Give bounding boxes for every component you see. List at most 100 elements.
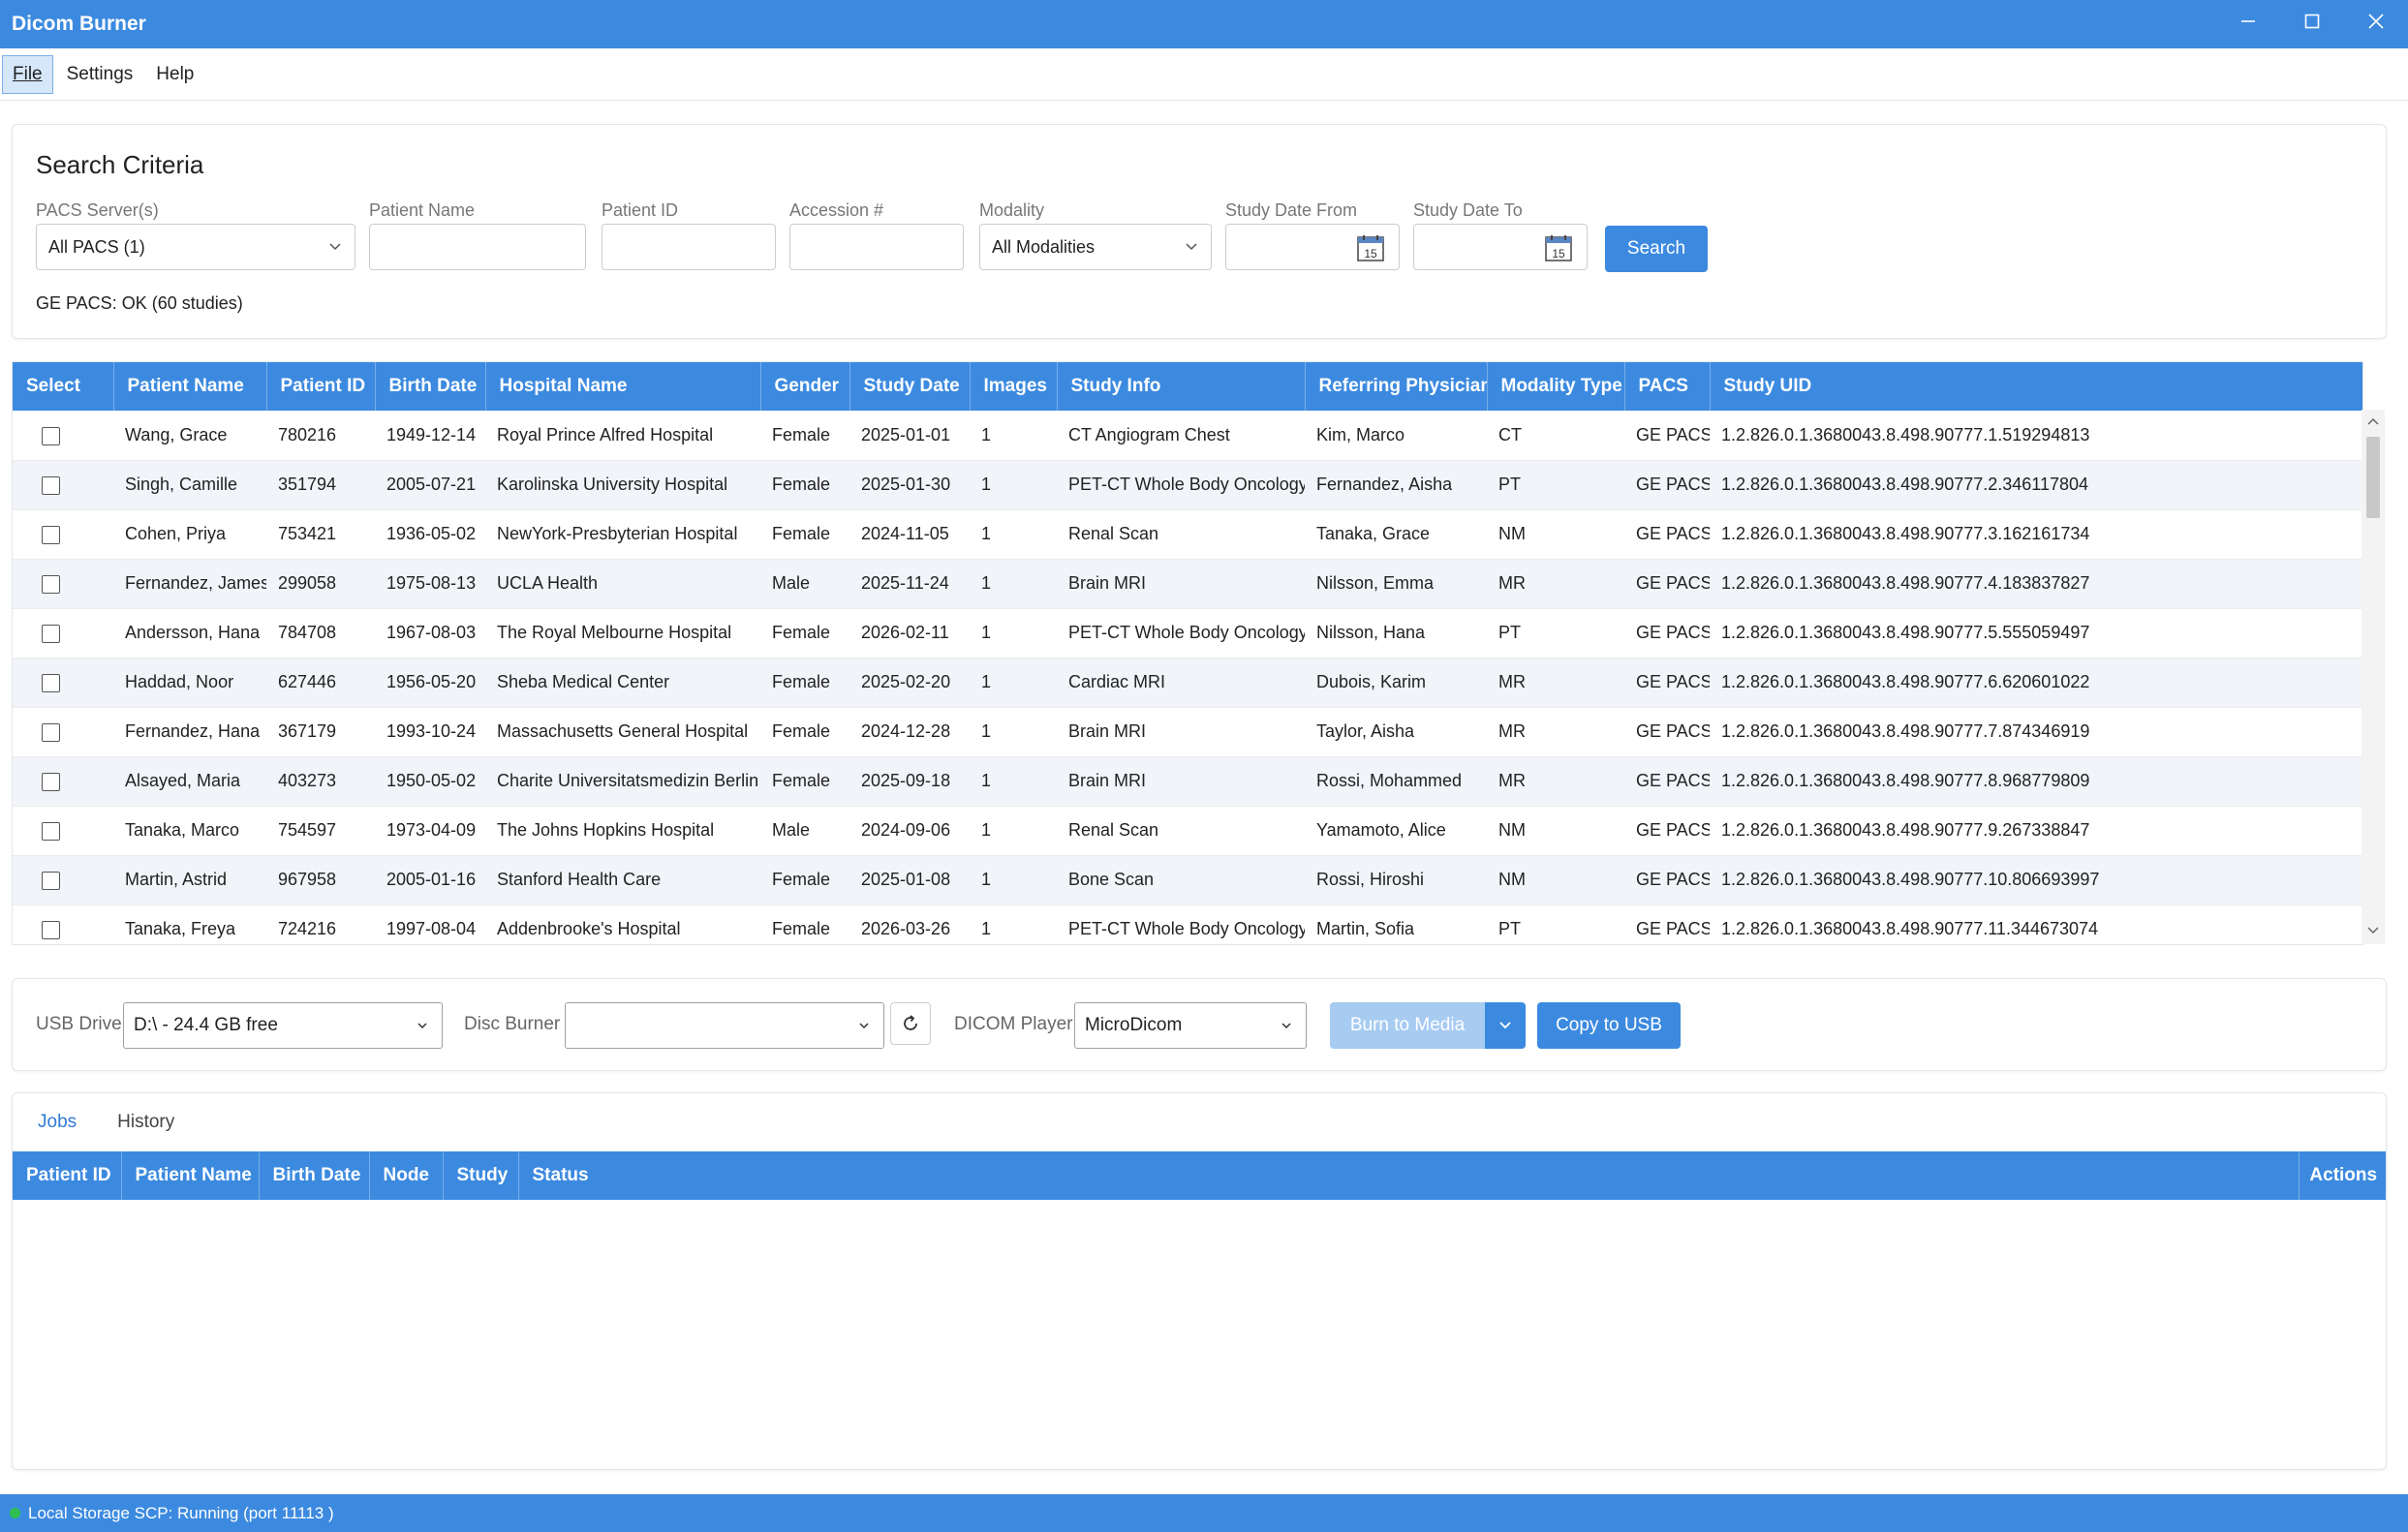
pacs-server-select[interactable]: All PACS (1) [36, 224, 355, 270]
row-checkbox[interactable] [42, 772, 60, 791]
calendar-icon[interactable]: 15 [1544, 233, 1573, 262]
menu-help[interactable]: Help [146, 56, 203, 93]
col-header-images[interactable]: Images [970, 362, 1058, 411]
row-checkbox[interactable] [42, 525, 60, 544]
cell-birth-date: 1973-04-09 [375, 806, 485, 856]
select-cell [13, 806, 113, 856]
scroll-down-icon[interactable] [2366, 925, 2380, 936]
burn-options-dropdown[interactable] [1485, 1002, 1526, 1049]
cell-modality-type: PT [1487, 904, 1624, 944]
table-row[interactable]: Fernandez, James 299058 1975-08-13 UCLA Hea… [13, 559, 2362, 609]
col-header-hospital-name[interactable]: Hospital Name [485, 362, 761, 411]
jobs-col-actions[interactable]: Actions [2298, 1151, 2386, 1200]
table-row[interactable]: Cohen, Priya 753421 1936-05-02 NewYork-Pres… [13, 509, 2362, 560]
cell-study-info: PET-CT Whole Body Oncology [1057, 608, 1305, 659]
jobs-col-patient-id[interactable]: Patient ID [13, 1151, 122, 1200]
col-header-birth-date[interactable]: Birth Date [375, 362, 486, 411]
cell-referring-physician: Rossi, Hiroshi [1305, 855, 1487, 905]
close-button[interactable] [2344, 0, 2408, 43]
patient-id-label: Patient ID [602, 200, 679, 220]
disc-burner-select[interactable] [565, 1002, 884, 1049]
dicom-player-select[interactable]: MicroDicom [1074, 1002, 1307, 1049]
accession-field[interactable] [789, 224, 964, 270]
row-checkbox[interactable] [42, 574, 60, 594]
maximize-button[interactable] [2280, 0, 2344, 43]
cell-pacs: GE PACS [1624, 608, 1710, 659]
refresh-burners-button[interactable] [890, 1002, 931, 1045]
table-row[interactable]: Haddad, Noor 627446 1956-05-20 Sheba Medica… [13, 658, 2362, 708]
cell-study-info: Brain MRI [1057, 559, 1305, 609]
chevron-down-icon [1186, 243, 1197, 251]
accession-input[interactable] [802, 225, 963, 269]
col-header-study-date[interactable]: Study Date [849, 362, 971, 411]
table-row[interactable]: Alsayed, Maria 403273 1950-05-02 Charite Un… [13, 756, 2362, 807]
col-header-modality-type[interactable]: Modality Type [1487, 362, 1625, 411]
row-checkbox[interactable] [42, 920, 60, 939]
cell-patient-id: 753421 [266, 509, 375, 560]
usb-drive-select[interactable]: D:\ - 24.4 GB free [123, 1002, 443, 1049]
col-header-patient-name[interactable]: Patient Name [113, 362, 267, 411]
studies-header-row: Select Patient Name Patient ID Birth Date Ho… [13, 362, 2362, 411]
row-checkbox[interactable] [42, 673, 60, 692]
row-checkbox[interactable] [42, 722, 60, 742]
patient-name-input[interactable] [382, 225, 585, 269]
cell-images: 1 [970, 904, 1057, 944]
col-header-study-info[interactable]: Study Info [1057, 362, 1306, 411]
study-date-to-field[interactable]: 15 [1413, 224, 1588, 270]
scroll-up-icon[interactable] [2366, 415, 2380, 427]
modality-select[interactable]: All Modalities [979, 224, 1212, 270]
cell-study-date: 2025-01-01 [849, 411, 970, 461]
cell-patient-name: Haddad, Noor [113, 658, 266, 708]
cell-gender: Male [760, 559, 849, 609]
tab-history[interactable]: History [92, 1112, 190, 1133]
patient-id-field[interactable] [602, 224, 776, 270]
row-checkbox[interactable] [42, 624, 60, 643]
study-date-from-field[interactable]: 15 [1225, 224, 1400, 270]
jobs-col-birth-date[interactable]: Birth Date [259, 1151, 370, 1200]
tab-jobs[interactable]: Jobs [13, 1112, 92, 1133]
jobs-col-study[interactable]: Study [443, 1151, 519, 1200]
cell-patient-id: 299058 [266, 559, 375, 609]
menu-settings[interactable]: Settings [57, 56, 143, 93]
cell-study-date: 2024-09-06 [849, 806, 970, 856]
table-row[interactable]: Tanaka, Freya 724216 1997-08-04 Addenbrooke… [13, 904, 2362, 944]
row-checkbox[interactable] [42, 871, 60, 890]
row-checkbox[interactable] [42, 475, 60, 495]
jobs-col-node[interactable]: Node [369, 1151, 444, 1200]
col-header-select[interactable]: Select [13, 362, 114, 411]
col-header-study-uid[interactable]: Study UID [1710, 362, 2362, 411]
cell-modality-type: MR [1487, 707, 1624, 757]
col-header-gender[interactable]: Gender [760, 362, 850, 411]
col-header-patient-id[interactable]: Patient ID [266, 362, 376, 411]
row-checkbox[interactable] [42, 821, 60, 841]
menu-file[interactable]: File [2, 54, 53, 94]
row-checkbox[interactable] [42, 426, 60, 445]
table-row[interactable]: Singh, Camille 351794 2005-07-21 Karolinska… [13, 460, 2362, 510]
studies-scrollbar[interactable] [2362, 410, 2385, 944]
cell-study-info: Cardiac MRI [1057, 658, 1305, 708]
select-cell [13, 658, 113, 708]
dicom-player-label: DICOM Player [954, 1014, 1073, 1034]
col-header-pacs[interactable]: PACS [1624, 362, 1711, 411]
scrollbar-thumb[interactable] [2366, 437, 2380, 518]
col-header-referring-physician[interactable]: Referring Physician [1305, 362, 1488, 411]
calendar-icon[interactable]: 15 [1356, 233, 1385, 262]
search-button[interactable]: Search [1605, 226, 1708, 272]
minimize-button[interactable] [2216, 0, 2280, 43]
patient-name-field[interactable] [369, 224, 586, 270]
patient-id-input[interactable] [614, 225, 775, 269]
cell-study-uid: 1.2.826.0.1.3680043.8.498.90777.7.874346… [1710, 707, 2362, 757]
table-row[interactable]: Martin, Astrid 967958 2005-01-16 Stanford H… [13, 855, 2362, 905]
cell-pacs: GE PACS [1624, 904, 1710, 944]
table-row[interactable]: Fernandez, Hana 367179 1993-10-24 Massachus… [13, 707, 2362, 757]
burn-to-media-button[interactable]: Burn to Media [1330, 1002, 1485, 1049]
table-row[interactable]: Tanaka, Marco 754597 1973-04-09 The Johns H… [13, 806, 2362, 856]
jobs-col-status[interactable]: Status [518, 1151, 2300, 1200]
cell-pacs: GE PACS [1624, 806, 1710, 856]
table-row[interactable]: Andersson, Hana 784708 1967-08-03 The Royal… [13, 608, 2362, 659]
table-row[interactable]: Wang, Grace 780216 1949-12-14 Royal Prince … [13, 411, 2362, 461]
jobs-col-patient-name[interactable]: Patient Name [121, 1151, 260, 1200]
copy-to-usb-button[interactable]: Copy to USB [1537, 1002, 1681, 1049]
cell-hospital-name: Addenbrooke's Hospital [485, 904, 760, 944]
cell-images: 1 [970, 460, 1057, 510]
